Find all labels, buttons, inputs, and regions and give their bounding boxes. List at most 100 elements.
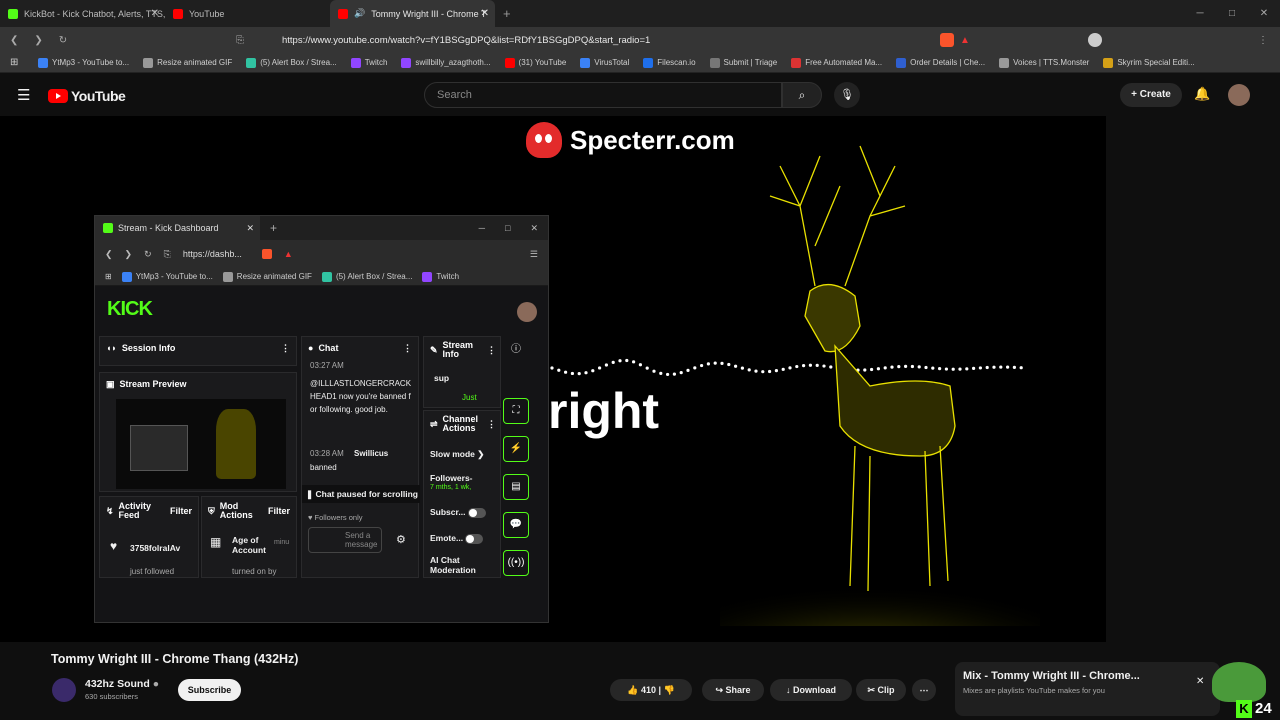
youtube-header: ☰ YouTube Search ⌕ 🎙 + Create 🔔: [0, 74, 1280, 116]
pepe-emote-image: [1212, 662, 1266, 702]
bookmark-item[interactable]: VirusTotal: [580, 57, 629, 68]
fullscreen-icon[interactable]: ⛶: [503, 398, 529, 424]
subscribe-button[interactable]: Subscribe: [178, 679, 241, 701]
stream-preview-thumbnail[interactable]: [116, 399, 286, 489]
bookmark-item[interactable]: (5) Alert Box / Strea...: [246, 57, 337, 68]
ai-chat-moderation-button[interactable]: AI Chat Moderation: [430, 555, 486, 575]
hamburger-menu-icon[interactable]: ☰: [17, 86, 30, 104]
clip-button[interactable]: ✂ Clip: [856, 679, 906, 701]
bookmark-icon[interactable]: ⎘: [164, 249, 171, 260]
bookmark-item[interactable]: Free Automated Ma...: [791, 57, 882, 68]
more-options-icon[interactable]: ⋮: [403, 343, 418, 354]
chat-icon[interactable]: 💬: [503, 512, 529, 538]
apps-grid-icon[interactable]: ⊞: [105, 272, 112, 281]
chat-message: banned: [310, 463, 337, 472]
bookmark-item[interactable]: (5) Alert Box / Strea...: [321, 271, 412, 282]
bookmark-item[interactable]: (31) YouTube: [504, 57, 566, 68]
close-window-icon[interactable]: ✕: [530, 223, 538, 234]
lightning-icon[interactable]: ⚡: [503, 436, 529, 462]
bookmark-item[interactable]: Skyrim Special Editi...: [1103, 57, 1195, 68]
forward-icon[interactable]: ❯: [34, 35, 42, 46]
brave-rewards-icon[interactable]: ▲: [284, 249, 293, 259]
search-input[interactable]: Search: [424, 82, 782, 108]
bookmark-item[interactable]: swillbilly_azagthoth...: [401, 57, 491, 68]
tab-youtube[interactable]: YouTube: [165, 0, 330, 27]
slow-mode-button[interactable]: Slow mode ❯: [430, 449, 484, 460]
menu-icon[interactable]: ☰: [530, 249, 538, 260]
tab-kickbot[interactable]: KickBot - Kick Chatbot, Alerts, TTS, C ✕: [0, 0, 165, 27]
brave-shield-icon[interactable]: [261, 249, 272, 259]
notifications-bell-icon[interactable]: 🔔: [1194, 86, 1210, 102]
search-button[interactable]: ⌕: [782, 82, 822, 108]
kick-logo[interactable]: KICK: [107, 298, 153, 321]
download-button[interactable]: ↓ Download: [770, 679, 852, 701]
bookmark-item[interactable]: Resize animated GIF: [222, 271, 312, 282]
bookmark-item[interactable]: Voices | TTS.Monster: [999, 57, 1089, 68]
url-field[interactable]: https://www.youtube.com/watch?v=fY1BSGgD…: [262, 30, 982, 50]
channel-name[interactable]: 432hz Sound ●: [85, 678, 159, 690]
voice-search-button[interactable]: 🎙: [834, 82, 860, 108]
back-icon[interactable]: ❮: [10, 35, 18, 46]
bookmark-item[interactable]: Filescan.io: [643, 57, 696, 68]
menu-icon[interactable]: ⋮: [1258, 35, 1268, 46]
avatar[interactable]: [1228, 84, 1250, 106]
bookmark-item[interactable]: Twitch: [422, 271, 459, 282]
like-dislike-button[interactable]: 👍 410 | 👎: [610, 679, 692, 701]
new-tab-icon[interactable]: +: [503, 6, 511, 21]
extension-icon[interactable]: [1088, 33, 1102, 47]
chat-message-input[interactable]: Send a message: [308, 527, 382, 553]
kick-url-field[interactable]: https://dashb...: [183, 249, 242, 259]
more-actions-icon[interactable]: ⋯: [912, 679, 936, 701]
close-tab-icon[interactable]: ✕: [246, 223, 254, 234]
youtube-logo[interactable]: YouTube: [48, 88, 126, 104]
close-icon[interactable]: ✕: [1196, 676, 1204, 687]
more-options-icon[interactable]: ⋮: [281, 343, 296, 354]
brave-shield-icon[interactable]: [940, 33, 954, 47]
chat-settings-gear-icon[interactable]: ⚙: [396, 533, 406, 546]
kick-tab[interactable]: Stream - Kick Dashboard ✕: [95, 216, 260, 240]
bookmark-item[interactable]: YtMp3 - YouTube to...: [121, 271, 213, 282]
minimize-icon[interactable]: ─: [479, 223, 485, 234]
close-tab-icon[interactable]: ✕: [151, 8, 159, 19]
avatar[interactable]: [517, 302, 537, 322]
bookmark-item[interactable]: Order Details | Che...: [896, 57, 985, 68]
forward-icon[interactable]: ❯: [125, 249, 133, 260]
audio-icon: 🔊: [354, 8, 366, 18]
reload-icon[interactable]: ↻: [59, 35, 67, 46]
maximize-icon[interactable]: □: [1216, 0, 1248, 27]
maximize-icon[interactable]: □: [505, 223, 510, 234]
activity-filter-button[interactable]: Filter: [170, 506, 198, 516]
share-button[interactable]: ↪ Share: [702, 679, 764, 701]
back-icon[interactable]: ❮: [105, 249, 113, 260]
apps-grid-icon[interactable]: ⊞: [10, 57, 18, 68]
brave-rewards-icon[interactable]: ▲: [960, 35, 970, 46]
mod-filter-button[interactable]: Filter: [268, 506, 296, 516]
more-options-icon[interactable]: ⋮: [487, 419, 500, 430]
session-icon: ◖◗: [106, 343, 117, 353]
bookmark-item[interactable]: Resize animated GIF: [143, 57, 232, 68]
bookmark-item[interactable]: YtMp3 - YouTube to...: [38, 57, 129, 68]
bookmark-icon[interactable]: ⎘: [236, 35, 244, 46]
channel-avatar[interactable]: [52, 678, 76, 702]
new-tab-icon[interactable]: +: [270, 221, 277, 235]
subscribers-toggle[interactable]: Subscr...: [430, 507, 486, 518]
close-tab-icon[interactable]: ✕: [481, 8, 489, 19]
followers-mode-button[interactable]: Followers-: [430, 473, 473, 483]
close-window-icon[interactable]: ✕: [1248, 0, 1280, 27]
info-icon[interactable]: ⓘ: [503, 338, 529, 364]
create-button[interactable]: + Create: [1120, 83, 1182, 107]
chat-username[interactable]: Swillicus: [354, 449, 388, 458]
bookmark-item[interactable]: Submit | Triage: [709, 57, 777, 68]
more-options-icon[interactable]: ⋮: [487, 345, 500, 356]
chat-paused-banner[interactable]: ❚ Chat paused for scrolling: [302, 485, 420, 503]
bookmark-item[interactable]: Twitch: [350, 57, 387, 68]
mod-status: turned on by: [232, 567, 277, 576]
notes-icon[interactable]: ▤: [503, 474, 529, 500]
broadcast-icon[interactable]: ((•)): [503, 550, 529, 576]
reload-icon[interactable]: ↻: [144, 249, 152, 260]
emote-only-toggle[interactable]: Emote...: [430, 533, 484, 544]
tab-active-video[interactable]: 🔊 Tommy Wright III - Chrome T ✕: [330, 0, 495, 27]
kick-k-icon: K: [1236, 700, 1252, 718]
mix-playlist-card[interactable]: Mix - Tommy Wright III - Chrome... Mixes…: [955, 662, 1220, 716]
minimize-icon[interactable]: ─: [1184, 0, 1216, 27]
